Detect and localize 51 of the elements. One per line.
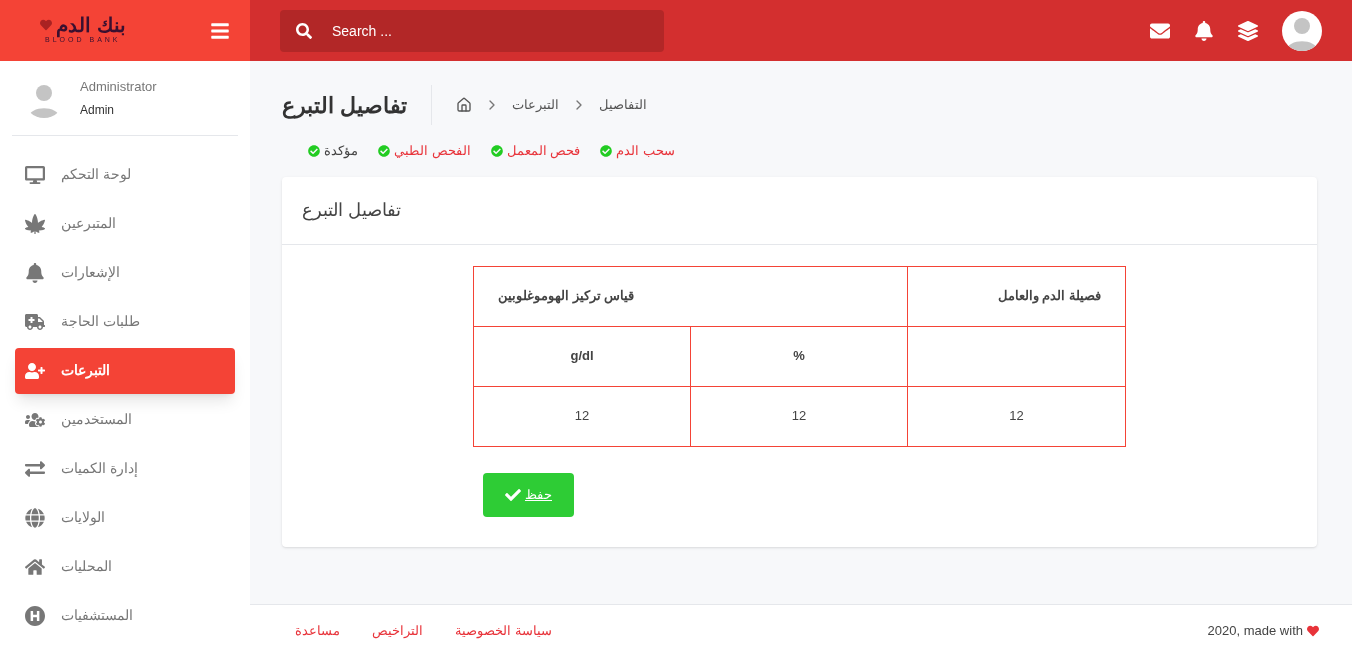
table-header: فصيلة الدم والعامل xyxy=(907,266,1126,326)
sidebar-item[interactable]: الإشعارات xyxy=(15,249,235,296)
step-label: سحب الدم xyxy=(616,142,675,161)
house-icon xyxy=(25,556,45,577)
step-label: فحص المعمل xyxy=(506,142,581,161)
step-label: الفحص الطبي xyxy=(394,142,471,161)
sidebar-item[interactable]: طلبات الحاجة xyxy=(15,298,235,345)
sidebar-item[interactable]: المحليات xyxy=(15,543,235,590)
page-title: تفاصيل التبرع xyxy=(282,91,408,121)
search-field[interactable]: Search ... xyxy=(280,9,664,52)
sidebar-item[interactable]: التبرعات xyxy=(15,347,235,394)
footer-link[interactable]: التراخيص xyxy=(372,621,423,641)
table-header: g/dl xyxy=(473,326,691,386)
hospital-icon xyxy=(25,605,45,626)
heart-icon xyxy=(40,19,52,32)
leaf-icon xyxy=(25,213,45,234)
card-title: تفاصيل التبرع xyxy=(302,198,402,223)
search-icon xyxy=(296,22,312,39)
home-icon[interactable] xyxy=(456,97,473,113)
sidebar-item[interactable]: الولايات xyxy=(15,494,235,541)
menu-button[interactable] xyxy=(210,20,230,41)
avatar xyxy=(1282,10,1322,51)
bell-icon xyxy=(25,262,45,283)
user-name: Administrator xyxy=(80,78,157,96)
table-cell: 12 xyxy=(690,386,908,446)
monitor-icon xyxy=(25,164,45,185)
table-cell: 12 xyxy=(907,386,1126,446)
logo-title: بنك الدم xyxy=(56,15,126,36)
breadcrumb-link[interactable]: التفاصيل xyxy=(599,95,648,115)
heart-icon xyxy=(1307,625,1319,637)
table-cell: 12 xyxy=(473,386,691,446)
arrows-icon xyxy=(25,458,45,479)
bell-icon[interactable] xyxy=(1194,20,1214,41)
sidebar-item[interactable]: المتبرعين xyxy=(15,200,235,247)
table-header: % xyxy=(690,326,908,386)
globe-icon xyxy=(25,507,45,528)
footer-link[interactable]: مساعدة xyxy=(295,621,340,641)
breadcrumb-link[interactable]: التبرعات xyxy=(512,95,560,115)
user-role: Admin xyxy=(80,101,115,119)
step-label: مؤكدة xyxy=(324,142,358,161)
footer-credit: 2020, made with xyxy=(1207,622,1303,641)
layers-icon[interactable] xyxy=(1238,20,1258,41)
ambulance-icon xyxy=(25,311,45,332)
footer-link[interactable]: سياسة الخصوصية xyxy=(455,621,552,641)
check-icon xyxy=(505,486,521,503)
user-plus-icon xyxy=(25,360,45,381)
table-header: قياس تركيز الهوموغلوبين xyxy=(473,266,908,326)
sidebar-item[interactable]: لوحة التحكم xyxy=(15,151,235,198)
sidebar-item[interactable]: إدارة الكميات xyxy=(15,445,235,492)
sidebar-item[interactable]: المستخدمين xyxy=(15,396,235,443)
sidebar-item[interactable]: المستشفيات xyxy=(15,592,235,639)
